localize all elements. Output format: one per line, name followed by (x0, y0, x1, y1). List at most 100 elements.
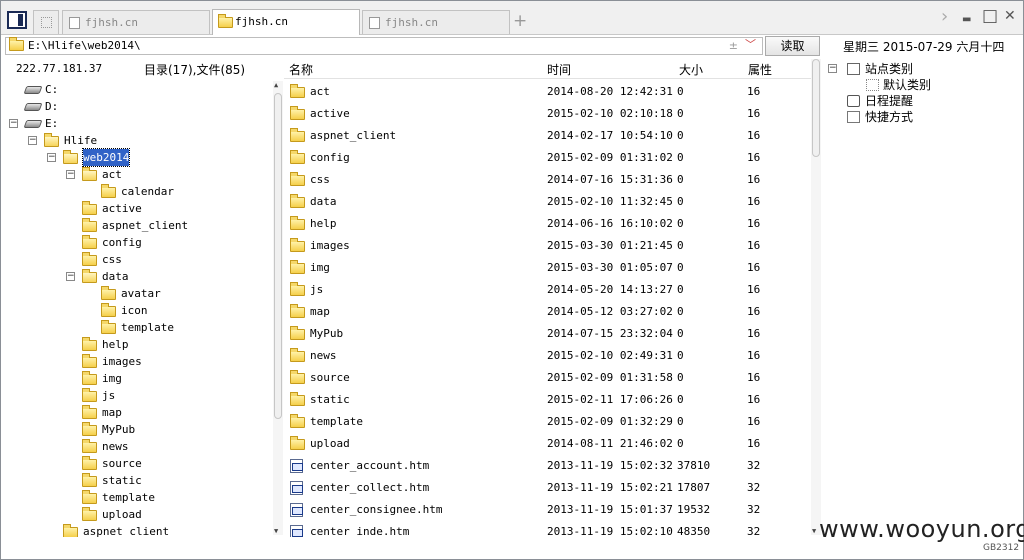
list-item[interactable]: center_consignee.htm 2013-11-19 15:01:37 1… (284, 499, 811, 521)
list-item[interactable]: js 2014-05-20 14:13:27 0 16 (284, 279, 811, 301)
tree-node[interactable]: aspnet_client (1, 523, 271, 537)
tree-node[interactable]: − Hlife (1, 132, 271, 149)
tree-node[interactable]: img (1, 370, 271, 387)
tree-node-label: Hlife (64, 134, 98, 147)
tree-node[interactable]: icon (1, 302, 271, 319)
list-item[interactable]: template 2015-02-09 01:32:29 0 16 (284, 411, 811, 433)
column-time[interactable]: 时间 (547, 61, 571, 78)
tree-node[interactable]: active (1, 200, 271, 217)
tree-node-label: data (102, 270, 129, 283)
bookmark-icon[interactable]: ± (729, 38, 738, 54)
list-item[interactable]: center_inde.htm 2013-11-19 15:02:10 48350 3… (284, 521, 811, 537)
cell-attr: 16 (747, 349, 761, 362)
tree-scrollbar[interactable]: ▲ ▼ (273, 81, 283, 535)
folder-icon (82, 507, 97, 521)
list-item[interactable]: active 2015-02-10 02:10:18 0 16 (284, 103, 811, 125)
list-item[interactable]: images 2015-03-30 01:21:45 0 16 (284, 235, 811, 257)
list-item[interactable]: news 2015-02-10 02:49:31 0 16 (284, 345, 811, 367)
list-item[interactable]: upload 2014-08-11 21:46:02 0 16 (284, 433, 811, 455)
column-size[interactable]: 大小 (679, 61, 703, 78)
tree-scroll-thumb[interactable] (274, 93, 282, 419)
tree-node[interactable]: avatar (1, 285, 271, 302)
tree-node[interactable]: config (1, 234, 271, 251)
list-item[interactable]: source 2015-02-09 01:31:58 0 16 (284, 367, 811, 389)
tree-node[interactable]: MyPub (1, 421, 271, 438)
cell-size: 0 (677, 261, 684, 274)
tab-2-active[interactable]: fjhsh.cn (212, 9, 360, 35)
folder-icon (290, 150, 305, 164)
minimize-icon[interactable]: ▬ (962, 14, 971, 25)
tree-node[interactable]: images (1, 353, 271, 370)
tree-node-label: avatar (121, 287, 161, 300)
address-field[interactable]: E:\Hlife\web2014\ ± ﹀ (5, 37, 763, 55)
list-item[interactable]: data 2015-02-10 11:32:45 0 16 (284, 191, 811, 213)
tree-node-label: active (102, 202, 142, 215)
tree-node[interactable]: static (1, 472, 271, 489)
cell-time: 2015-02-10 11:32:45 (547, 195, 673, 208)
tree-node[interactable]: template (1, 319, 271, 336)
collapse-icon[interactable]: − (66, 170, 75, 179)
tree-node[interactable]: aspnet_client (1, 217, 271, 234)
list-scroll-thumb[interactable] (812, 59, 820, 157)
list-item[interactable]: act 2014-08-20 12:42:31 0 16 (284, 81, 811, 103)
close-icon[interactable]: ✕ (1004, 8, 1016, 24)
tree-node[interactable]: css (1, 251, 271, 268)
scroll-down-icon[interactable]: ▼ (812, 527, 816, 535)
list-item[interactable]: MyPub 2014-07-15 23:32:04 0 16 (284, 323, 811, 345)
tree-node[interactable]: news (1, 438, 271, 455)
cell-size: 0 (677, 393, 684, 406)
tree-node[interactable]: D: (1, 98, 271, 115)
tree-node-label: source (102, 457, 142, 470)
list-item[interactable]: center_account.htm 2013-11-19 15:02:32 378… (284, 455, 811, 477)
maximize-icon[interactable]: □ (982, 6, 998, 26)
app-menu-icon[interactable] (7, 11, 27, 29)
list-scrollbar[interactable]: ▼ (811, 59, 821, 535)
column-attr[interactable]: 属性 (748, 61, 772, 78)
list-item[interactable]: css 2014-07-16 15:31:36 0 16 (284, 169, 811, 191)
tab-1[interactable]: fjhsh.cn (62, 10, 210, 34)
column-name[interactable]: 名称 (289, 61, 313, 78)
tree-node[interactable]: − act (1, 166, 271, 183)
cell-size: 17807 (677, 481, 711, 494)
cell-name: news (310, 349, 337, 362)
tab-bar: fjhsh.cn fjhsh.cn fjhsh.cn + › ▬ □ ✕ (1, 1, 1023, 35)
tree-node[interactable]: js (1, 387, 271, 404)
tree-node[interactable]: − web2014 (1, 148, 271, 167)
collapse-icon[interactable]: − (9, 119, 18, 128)
list-item[interactable]: map 2014-05-12 03:27:02 0 16 (284, 301, 811, 323)
collapse-icon[interactable]: − (28, 136, 37, 145)
tree-node[interactable]: source (1, 455, 271, 472)
list-item[interactable]: aspnet_client 2014-02-17 10:54:10 0 16 (284, 125, 811, 147)
tab-3[interactable]: fjhsh.cn (362, 10, 510, 34)
list-item[interactable]: help 2014-06-16 16:10:02 0 16 (284, 213, 811, 235)
collapse-icon[interactable]: − (828, 64, 837, 73)
list-item[interactable]: center_collect.htm 2013-11-19 15:02:21 178… (284, 477, 811, 499)
folder-icon (82, 337, 97, 351)
list-item[interactable]: img 2015-03-30 01:05:07 0 16 (284, 257, 811, 279)
chevron-right-icon[interactable]: › (941, 6, 948, 27)
cell-name: upload (310, 437, 350, 450)
tree-node[interactable]: map (1, 404, 271, 421)
page-icon (69, 17, 80, 29)
tree-node[interactable]: − data (1, 268, 271, 285)
scroll-up-icon[interactable]: ▲ (274, 81, 278, 89)
tree-node[interactable]: upload (1, 506, 271, 523)
cell-attr: 16 (747, 217, 761, 230)
tab-blank[interactable] (33, 10, 59, 34)
list-item[interactable]: config 2015-02-09 01:31:02 0 16 (284, 147, 811, 169)
new-tab-button[interactable]: + (513, 11, 527, 31)
cell-size: 0 (677, 327, 684, 340)
tree-node[interactable]: calendar (1, 183, 271, 200)
collapse-icon[interactable]: − (66, 272, 75, 281)
chevron-down-icon[interactable]: ﹀ (745, 37, 756, 53)
tree-node[interactable]: template (1, 489, 271, 506)
cell-size: 0 (677, 349, 684, 362)
read-button[interactable]: 读取 (765, 36, 820, 56)
tree-node[interactable]: − E: (1, 115, 271, 132)
cell-name: img (310, 261, 330, 274)
tree-node[interactable]: C: (1, 81, 271, 98)
scroll-down-icon[interactable]: ▼ (274, 527, 278, 535)
collapse-icon[interactable]: − (47, 153, 56, 162)
tree-node[interactable]: help (1, 336, 271, 353)
list-item[interactable]: static 2015-02-11 17:06:26 0 16 (284, 389, 811, 411)
